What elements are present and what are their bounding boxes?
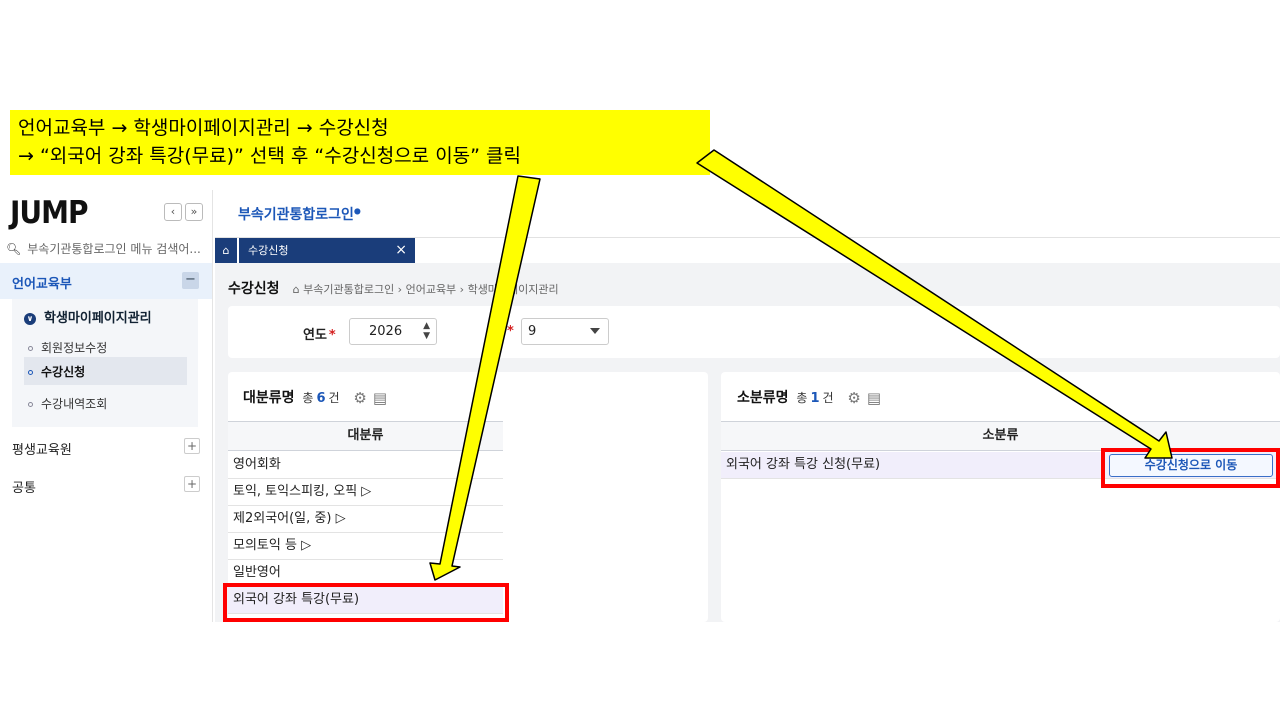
arrow-to-major-row xyxy=(429,175,541,581)
annotation-arrows xyxy=(429,149,1173,581)
arrow-to-button xyxy=(696,149,1173,459)
